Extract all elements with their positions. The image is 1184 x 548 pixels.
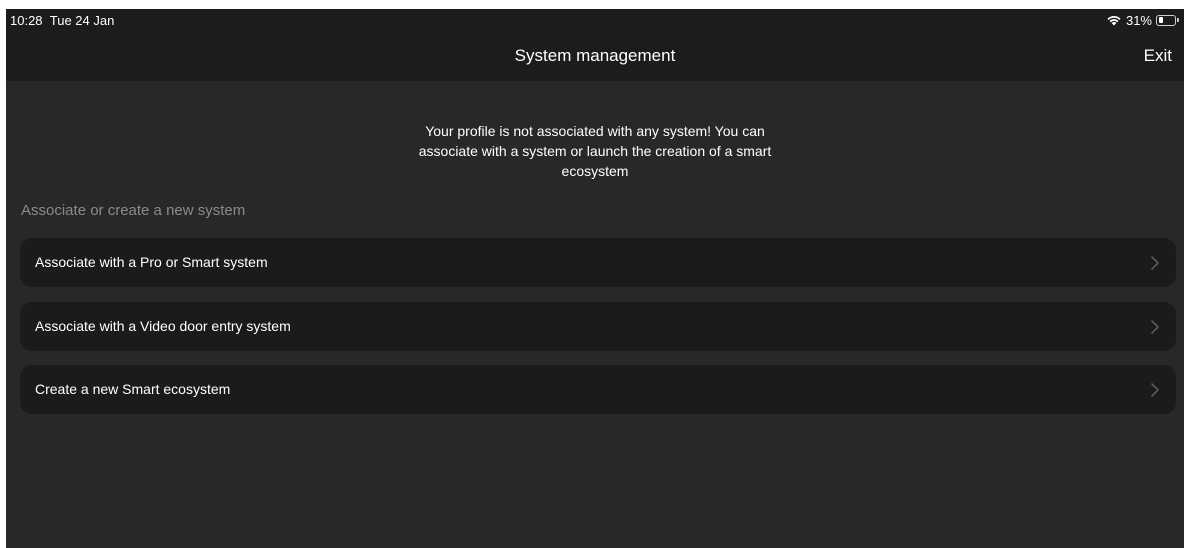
status-time: 10:28 Tue 24 Jan xyxy=(10,13,114,28)
option-label: Associate with a Pro or Smart system xyxy=(35,254,268,270)
chevron-right-icon xyxy=(1151,256,1159,270)
wifi-icon xyxy=(1107,16,1121,26)
battery-cap xyxy=(1177,18,1179,22)
navigation-bar: System management Exit xyxy=(6,31,1184,81)
status-date: Tue 24 Jan xyxy=(49,13,115,28)
page-title: System management xyxy=(514,46,676,65)
battery-fill xyxy=(1158,17,1164,23)
option-label: Associate with a Video door entry system xyxy=(35,318,291,334)
option-label: Create a new Smart ecosystem xyxy=(35,381,231,397)
chevron-right-icon xyxy=(1151,320,1159,334)
section-header: Associate or create a new system xyxy=(21,202,246,219)
associate-video-door-entry-button[interactable]: Associate with a Video door entry system xyxy=(20,302,1176,351)
no-system-message: Your profile is not associated with any … xyxy=(418,123,772,179)
status-indicators: 31% xyxy=(1106,12,1180,28)
chevron-right-icon xyxy=(1151,383,1159,397)
status-time-clock: 10:28 xyxy=(10,13,43,28)
exit-button[interactable]: Exit xyxy=(1144,46,1172,66)
app-screen: 10:28 Tue 24 Jan 31% System management E… xyxy=(6,9,1184,548)
battery-icon xyxy=(1156,14,1180,26)
battery-body xyxy=(1156,14,1176,26)
status-bar: 10:28 Tue 24 Jan 31% xyxy=(6,9,1184,31)
associate-pro-smart-button[interactable]: Associate with a Pro or Smart system xyxy=(20,238,1176,287)
create-smart-ecosystem-button[interactable]: Create a new Smart ecosystem xyxy=(20,365,1176,414)
battery-percent: 31% xyxy=(1125,12,1152,28)
